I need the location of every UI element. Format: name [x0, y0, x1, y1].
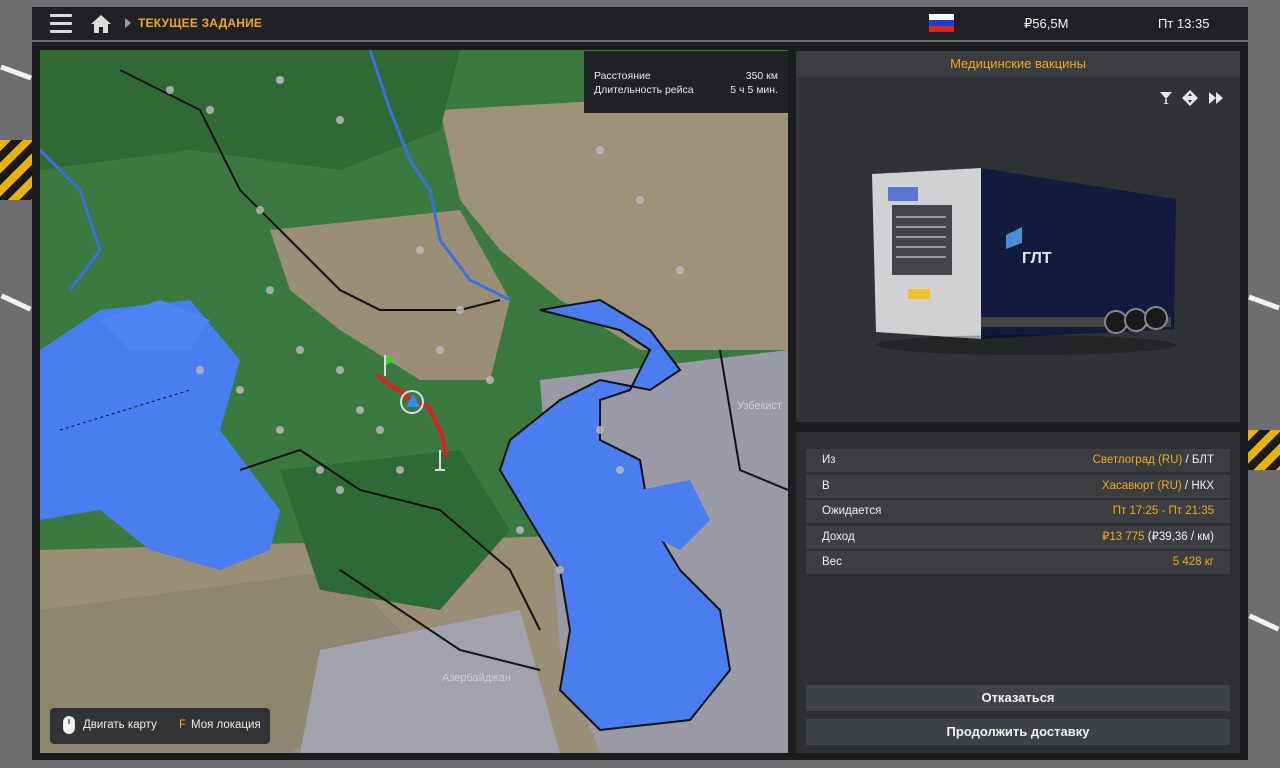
- detail-value: Пт 17:25 - Пт 21:35: [1113, 500, 1214, 523]
- detail-row: Вес 5 428 кг: [806, 551, 1230, 574]
- diamond-arrows-icon[interactable]: [1182, 90, 1198, 106]
- cocktail-glass-icon[interactable]: [1158, 90, 1174, 106]
- detail-value: ₽13 775 (₽39,36 / км): [1102, 526, 1214, 549]
- detail-value-main: Хасавюрт (RU): [1101, 479, 1182, 492]
- route-info-panel: Расстояние 350 км Длительность рейса 5 ч…: [584, 51, 788, 113]
- my-location-label[interactable]: Моя локация: [191, 719, 261, 731]
- detail-label: Из: [822, 454, 836, 466]
- trailer-image: ГЛТ: [872, 168, 1176, 355]
- map-label-uzbekistan: Узбекист: [737, 400, 783, 412]
- detail-value-main: Светлоград (RU): [1092, 454, 1183, 466]
- detail-label: Доход: [822, 530, 855, 543]
- continue-delivery-button[interactable]: Продолжить доставку: [806, 719, 1230, 745]
- detail-value: Светлоград (RU) / БЛТ: [1093, 449, 1214, 472]
- detail-label: Вес: [822, 556, 842, 568]
- detail-value: 5 428 кг: [1173, 551, 1214, 574]
- trailer-preview: ГЛТ: [796, 77, 1240, 422]
- detail-row: Из Светлоград (RU) / БЛТ: [806, 449, 1230, 472]
- duration-value: 5 ч 5 мин.: [730, 84, 778, 96]
- location-key: F: [179, 719, 187, 731]
- top-bar: ТЕКУЩЕЕ ЗАДАНИЕ ₽56,5M Пт 13:35: [32, 7, 1248, 40]
- map-label-azerbaijan: Азербайджан: [442, 672, 511, 684]
- game-clock: Пт 13:35: [1158, 16, 1210, 31]
- map-controls-hint: Двигать карту F Моя локация: [50, 708, 270, 744]
- detail-value-suffix: (₽39,36 / км): [1144, 530, 1214, 543]
- detail-value: Хасавюрт (RU) / НКХ: [1102, 475, 1214, 498]
- distance-value: 350 км: [745, 70, 778, 82]
- map-canvas: [40, 50, 788, 753]
- detail-value-suffix: / БЛТ: [1182, 454, 1214, 466]
- detail-value-main: ₽13 775: [1102, 530, 1145, 543]
- detail-row: Доход ₽13 775 (₽39,36 / км): [806, 525, 1230, 549]
- svg-text:ГЛТ: ГЛТ: [1022, 250, 1052, 267]
- route-map[interactable]: Узбекист Азербайджан: [40, 50, 788, 753]
- russia-flag-icon: [929, 14, 954, 32]
- detail-label: В: [822, 479, 830, 492]
- breadcrumb: ТЕКУЩЕЕ ЗАДАНИЕ: [138, 16, 263, 30]
- detail-value-main: Пт 17:25 - Пт 21:35: [1112, 505, 1214, 517]
- move-map-label: Двигать карту: [83, 719, 157, 731]
- distance-label: Расстояние: [594, 70, 651, 82]
- breadcrumb-arrow-icon: [125, 18, 131, 28]
- fast-forward-icon[interactable]: [1208, 90, 1224, 106]
- detail-row: Ожидается Пт 17:25 - Пт 21:35: [806, 500, 1230, 523]
- detail-value-main: 5 428 кг: [1172, 556, 1214, 568]
- money-balance: ₽56,5M: [1024, 16, 1069, 31]
- cargo-title: Медицинские вакцины: [796, 51, 1240, 77]
- duration-label: Длительность рейса: [594, 84, 694, 96]
- hamburger-icon[interactable]: [50, 14, 72, 33]
- detail-value-suffix: / НКХ: [1181, 479, 1214, 492]
- home-icon[interactable]: [90, 13, 112, 35]
- detail-label: Ожидается: [822, 505, 882, 517]
- detail-row: В Хасавюрт (RU) / НКХ: [806, 474, 1230, 498]
- mouse-icon: [63, 716, 75, 734]
- decline-button[interactable]: Отказаться: [806, 685, 1230, 711]
